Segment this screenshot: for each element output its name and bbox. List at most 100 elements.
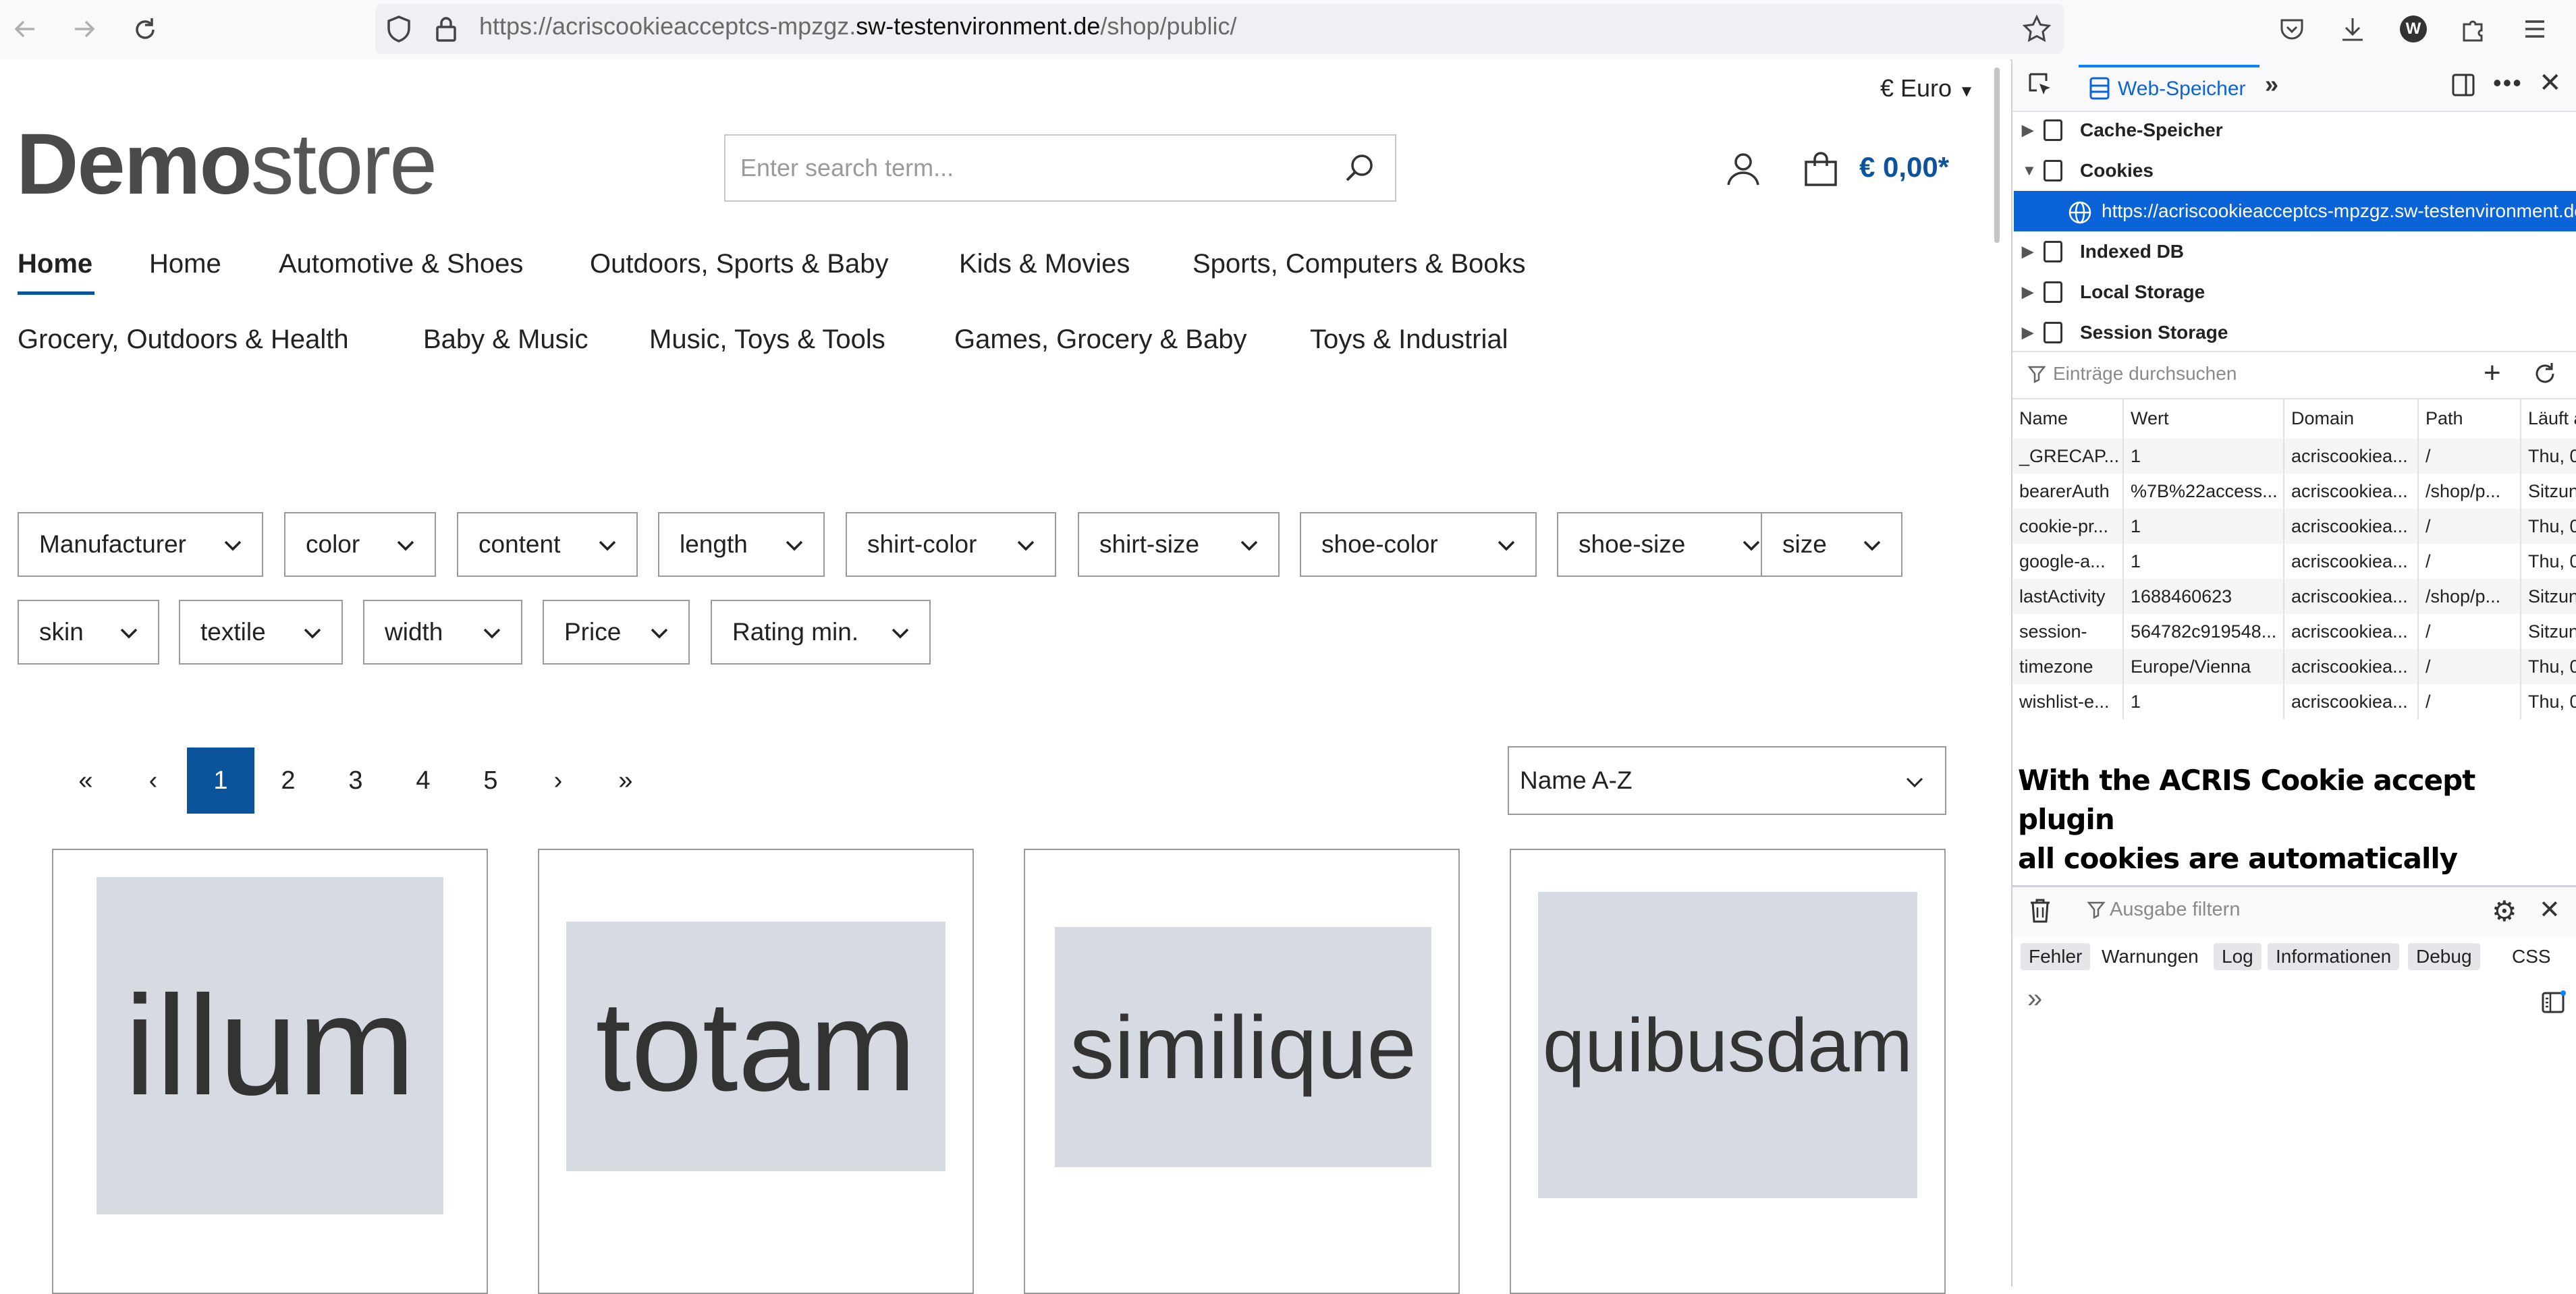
table-row[interactable]: google-a... 1 acriscookiea... / Thu, 0 [2012, 544, 2576, 579]
download-icon[interactable] [2336, 12, 2369, 46]
lock-icon[interactable] [429, 12, 463, 46]
currency-switcher[interactable]: € Euro ▼ [1880, 74, 1975, 103]
more-options-icon[interactable]: ••• [2493, 69, 2523, 97]
search-icon[interactable] [1343, 151, 1377, 185]
tree-item-local-storage[interactable]: ▶ Local Storage [2012, 272, 2576, 312]
filter-textile[interactable]: textile [179, 600, 343, 665]
forward-icon[interactable] [67, 12, 101, 46]
nav-item-music-toys-tools[interactable]: Music, Toys & Tools [649, 325, 885, 355]
column-header-expires[interactable]: Läuft a [2521, 398, 2576, 439]
nav-item-outdoors-sports-baby[interactable]: Outdoors, Sports & Baby [590, 249, 888, 279]
reload-icon[interactable] [128, 12, 162, 46]
url-text[interactable]: https://acriscookieacceptcs-mpzgz.sw-tes… [479, 12, 1237, 40]
nav-item-grocery-outdoors-health[interactable]: Grocery, Outdoors & Health [18, 325, 349, 355]
cart-total[interactable]: € 0,00* [1859, 151, 1949, 184]
pagination-page-4[interactable]: 4 [389, 748, 457, 814]
back-icon[interactable] [8, 12, 42, 46]
nav-item-sports-computers-books[interactable]: Sports, Computers & Books [1193, 249, 1526, 279]
product-card[interactable]: totam [538, 849, 974, 1294]
filter-length[interactable]: length [658, 512, 825, 577]
filter-price[interactable]: Price [543, 600, 690, 665]
table-row[interactable]: cookie-pr... 1 acriscookiea... / Thu, 0 [2012, 509, 2576, 544]
filter-skin[interactable]: skin [18, 600, 159, 665]
account-icon[interactable] [1724, 150, 1762, 188]
cart-icon[interactable] [1802, 150, 1840, 188]
table-row[interactable]: bearerAuth %7B%22access... acriscookiea.… [2012, 474, 2576, 509]
dock-toggle-icon[interactable] [2450, 72, 2477, 99]
tree-item-cookies[interactable]: ▼ Cookies [2012, 150, 2576, 191]
product-card[interactable]: illum [52, 849, 488, 1294]
table-row[interactable]: lastActivity 1688460623 acriscookiea... … [2012, 579, 2576, 614]
nav-item-baby-music[interactable]: Baby & Music [423, 325, 588, 355]
column-header-value[interactable]: Wert [2124, 398, 2284, 439]
extensions-icon[interactable] [2457, 12, 2491, 46]
table-row[interactable]: wishlist-e... 1 acriscookiea... / Thu, 0 [2012, 684, 2576, 719]
filter-manufacturer[interactable]: Manufacturer [18, 512, 263, 577]
profile-avatar[interactable]: W [2396, 12, 2430, 46]
pagination-page-1[interactable]: 1 [187, 748, 254, 814]
sort-select[interactable]: Name A-Z [1508, 746, 1946, 815]
filter-size[interactable]: size [1761, 512, 1902, 577]
column-header-path[interactable]: Path [2419, 398, 2521, 439]
filter-color[interactable]: color [284, 512, 436, 577]
pagination-page-5[interactable]: 5 [457, 748, 524, 814]
store-logo[interactable]: Demostore [16, 121, 437, 208]
product-image-placeholder[interactable]: illum [97, 877, 443, 1214]
column-header-domain[interactable]: Domain [2284, 398, 2419, 439]
product-image-placeholder[interactable]: similique [1055, 927, 1431, 1167]
table-row[interactable]: session- 564782c919548... acriscookiea..… [2012, 614, 2576, 649]
column-header-name[interactable]: Name [2012, 398, 2124, 439]
pagination-page-2[interactable]: 2 [254, 748, 322, 814]
table-row[interactable]: _GRECAP... 1 acriscookiea... / Thu, 0 [2012, 439, 2576, 474]
filter-shirt-size[interactable]: shirt-size [1078, 512, 1280, 577]
pocket-icon[interactable] [2275, 12, 2309, 46]
tree-item-session-storage[interactable]: ▶ Session Storage [2012, 312, 2576, 353]
tree-item-cache-storage[interactable]: ▶ Cache-Speicher [2012, 110, 2576, 150]
level-filter-log[interactable]: Log [2214, 943, 2262, 970]
tab-web-storage[interactable]: Web-Speicher [2079, 65, 2259, 111]
refresh-icon[interactable] [2532, 360, 2559, 387]
product-card[interactable]: quibusdam [1510, 849, 1946, 1294]
table-row[interactable]: timezone Europe/Vienna acriscookiea... /… [2012, 649, 2576, 684]
tree-item-indexed-db[interactable]: ▶ Indexed DB [2012, 231, 2576, 272]
console-prompt[interactable]: » [2027, 984, 2042, 1014]
filter-content[interactable]: content [457, 512, 638, 577]
pagination-first[interactable]: « [52, 748, 119, 814]
level-filter-css[interactable]: CSS [2504, 943, 2559, 970]
product-image-placeholder[interactable]: totam [566, 922, 946, 1171]
nav-item-automotive-shoes[interactable]: Automotive & Shoes [279, 249, 523, 279]
level-filter-debug[interactable]: Debug [2408, 943, 2480, 970]
add-item-icon[interactable]: + [2484, 356, 2501, 390]
nav-item-home-active[interactable]: Home [18, 249, 92, 279]
nav-item-home[interactable]: Home [149, 249, 221, 279]
page-scrollbar[interactable] [1994, 67, 2000, 243]
tree-item-cookie-origin[interactable]: https://acriscookieacceptcs-mpzgz.sw-tes… [2014, 191, 2576, 231]
product-card[interactable]: similique [1024, 849, 1460, 1294]
pagination-last[interactable]: » [592, 748, 659, 814]
bookmark-star-icon[interactable] [2020, 12, 2054, 46]
filter-shirt-color[interactable]: shirt-color [846, 512, 1056, 577]
level-filter-errors[interactable]: Fehler [2021, 943, 2091, 970]
nav-item-kids-movies[interactable]: Kids & Movies [959, 249, 1130, 279]
filter-shoe-size[interactable]: shoe-size [1557, 512, 1782, 577]
nav-item-toys-industrial[interactable]: Toys & Industrial [1310, 325, 1508, 355]
pagination-prev[interactable]: ‹ [119, 748, 187, 814]
close-console-icon[interactable]: ✕ [2539, 895, 2560, 925]
level-filter-info[interactable]: Informationen [2268, 943, 2400, 970]
trash-icon[interactable] [2029, 897, 2053, 924]
shield-icon[interactable] [382, 12, 416, 46]
menu-icon[interactable] [2518, 12, 2552, 46]
filter-rating-min[interactable]: Rating min. [711, 600, 931, 665]
nav-item-games-grocery-baby[interactable]: Games, Grocery & Baby [954, 325, 1246, 355]
settings-gear-icon[interactable]: ⚙ [2492, 895, 2517, 928]
more-tabs-icon[interactable]: » [2265, 70, 2278, 99]
close-devtools-icon[interactable]: ✕ [2539, 67, 2562, 99]
filter-shoe-color[interactable]: shoe-color [1300, 512, 1537, 577]
level-filter-warnings[interactable]: Warnungen [2093, 943, 2207, 970]
console-filter-input[interactable]: Ausgabe filtern [2110, 899, 2240, 921]
split-console-icon[interactable] [2540, 989, 2567, 1016]
product-image-placeholder[interactable]: quibusdam [1538, 892, 1917, 1198]
filter-width[interactable]: width [363, 600, 522, 665]
pagination-page-3[interactable]: 3 [322, 748, 389, 814]
element-picker-icon[interactable] [2027, 72, 2054, 99]
